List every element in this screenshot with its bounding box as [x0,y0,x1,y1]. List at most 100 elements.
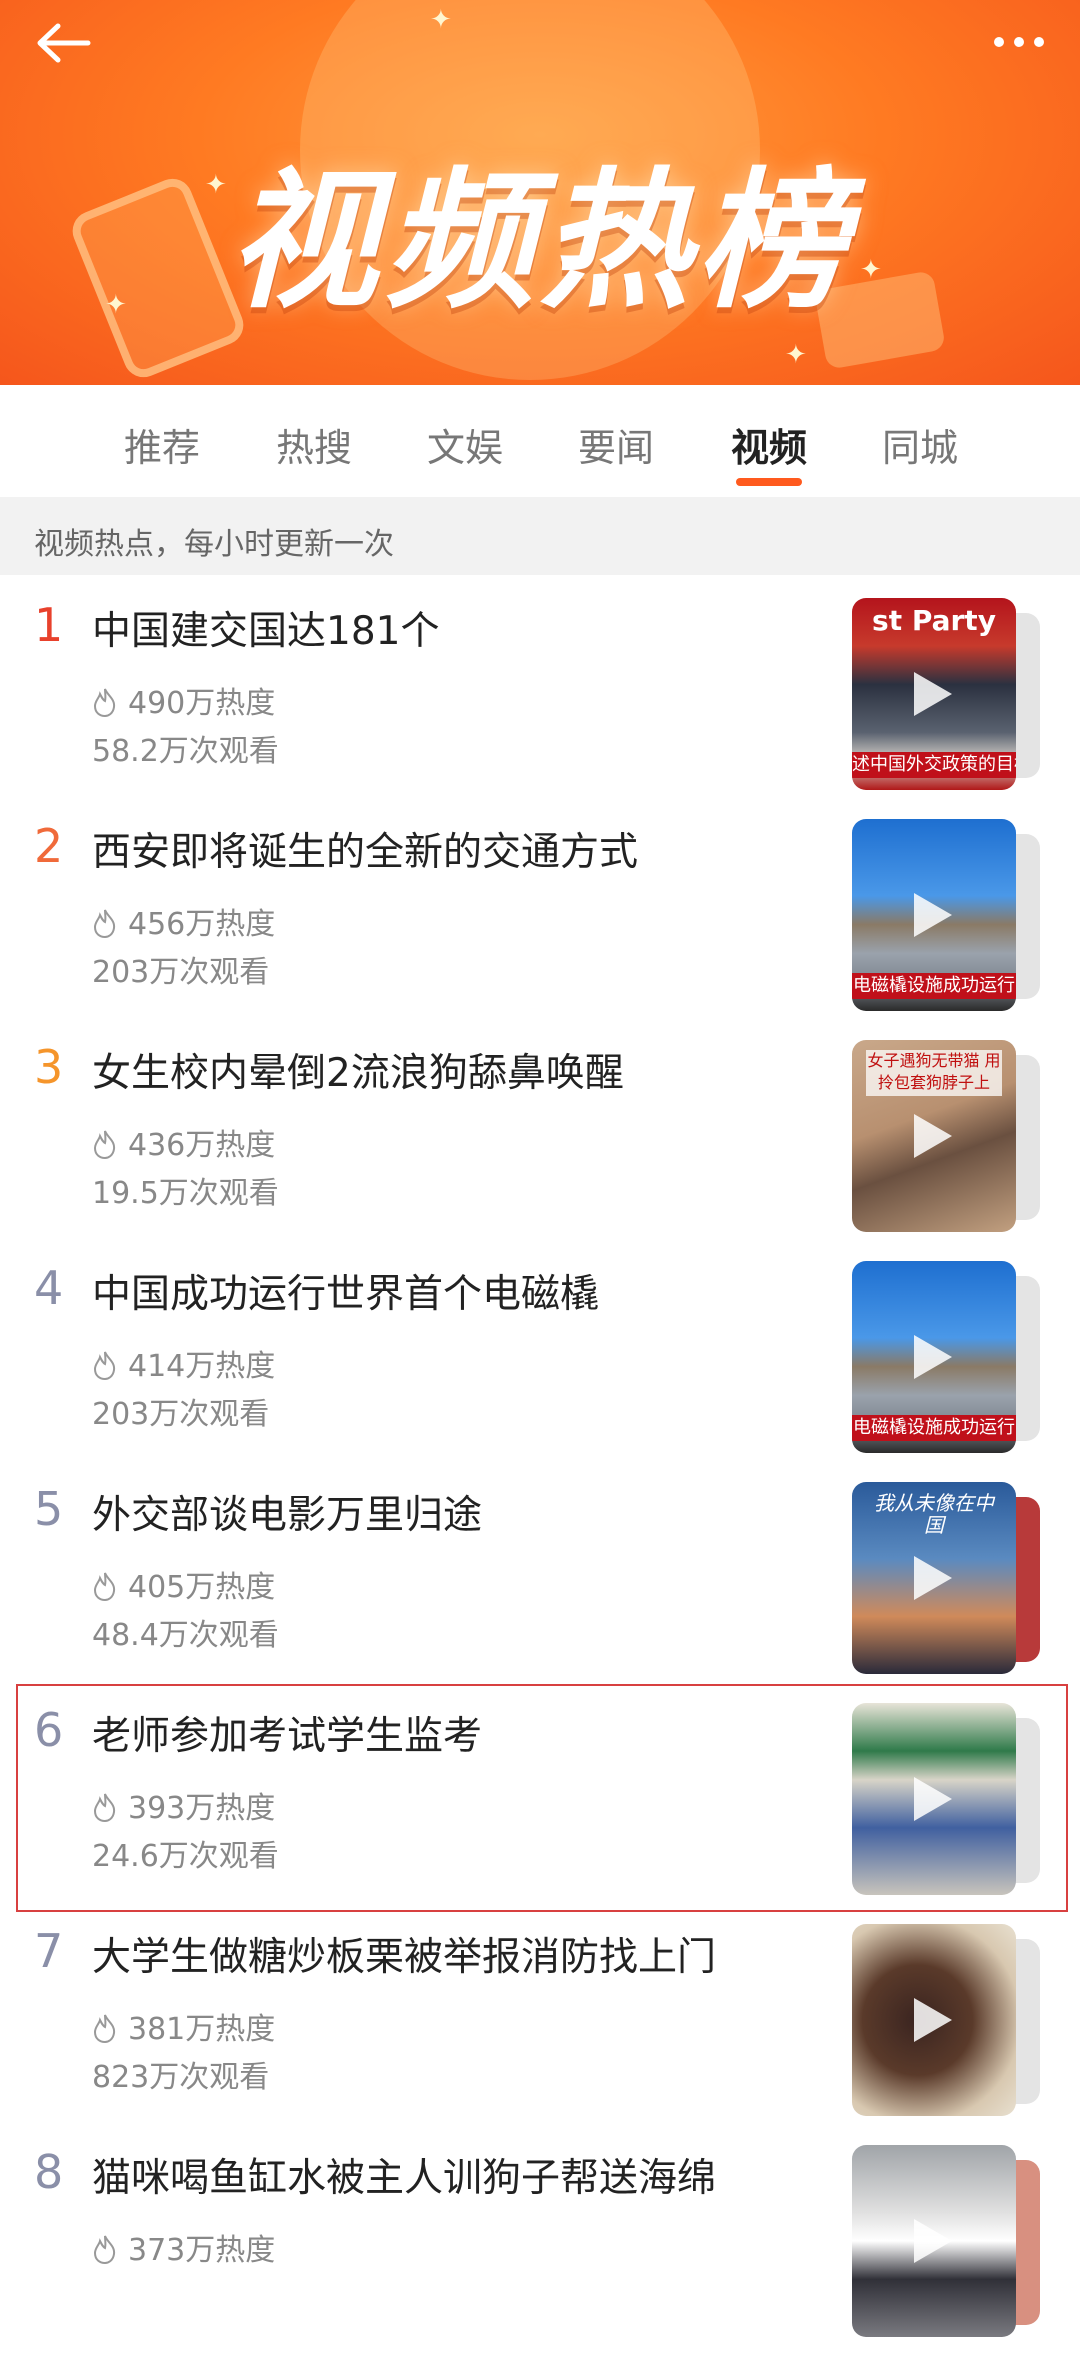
item-title: 中国建交国达181个 [92,609,440,654]
heat-text: 456万热度 [128,907,276,942]
list-item-highlighted[interactable]: 6 老师参加考试学生监考 393万热度 24.6万次观看 [0,1684,1080,1912]
item-title: 外交部谈电影万里归途 [92,1493,483,1538]
video-thumbnail[interactable]: 电磁橇设施成功运行 [852,819,1042,1011]
list-item[interactable]: 5 外交部谈电影万里归途 405万热度 48.4万次观看 我从未像在中国 [0,1470,1080,1691]
rank-number: 1 [34,598,64,652]
item-title: 老师参加考试学生监考 [92,1714,483,1759]
tab-recommend[interactable]: 推荐 [102,417,222,472]
view-count: 19.5万次观看 [92,1176,279,1211]
video-thumbnail[interactable]: st Party 述中国外交政策的目标和方 [852,598,1042,790]
item-title: 中国成功运行世界首个电磁橇 [92,1272,600,1317]
heat-text: 381万热度 [128,2012,276,2047]
active-tab-indicator [736,478,802,486]
heat-value: 373万热度 [92,2225,275,2269]
item-title: 猫咪喝鱼缸水被主人训狗子帮送海绵 [92,2156,717,2201]
video-thumbnail[interactable]: 电磁橇设施成功运行 [852,1261,1042,1453]
thumbnail-image [852,1703,1016,1895]
view-count: 203万次观看 [92,955,270,990]
play-icon [914,1777,952,1821]
heat-text: 414万热度 [128,1349,276,1384]
video-thumbnail[interactable]: 我从未像在中国 [852,1482,1042,1674]
heat-value: 393万热度 [92,1783,275,1827]
more-dots-icon [994,37,1044,47]
play-icon [914,2219,952,2263]
view-count: 203万次观看 [92,1397,270,1432]
list-item[interactable]: 7 大学生做糖炒板栗被举报消防找上门 381万热度 823万次观看 [0,1912,1080,2133]
item-title: 西安即将诞生的全新的交通方式 [92,830,639,875]
video-thumbnail[interactable] [852,2145,1042,2337]
tab-hot-search[interactable]: 热搜 [254,417,374,472]
heat-text: 405万热度 [128,1570,276,1605]
play-icon [914,1114,952,1158]
list-item[interactable]: 2 西安即将诞生的全新的交通方式 456万热度 203万次观看 电磁橇设施成功运… [0,807,1080,1028]
video-thumbnail[interactable] [852,1924,1042,2116]
arrow-left-icon [37,23,91,63]
list-item[interactable]: 1 中国建交国达181个 490万热度 58.2万次观看 st Party 述中… [0,586,1080,807]
flame-icon [93,688,116,717]
tab-news[interactable]: 要闻 [556,417,676,472]
play-icon [914,893,952,937]
view-count: 48.4万次观看 [92,1618,279,1653]
list-subheader: 视频热点，每小时更新一次 [0,497,1080,575]
heat-value: 405万热度 [92,1562,275,1606]
tab-local[interactable]: 同城 [860,417,980,472]
hero-banner: ✦ ✦ ✦ ✦ ✦ 视频热榜 [0,0,1080,385]
heat-value: 414万热度 [92,1341,275,1385]
page-title: 视频热榜 [227,155,852,329]
tab-entertainment[interactable]: 文娱 [405,417,525,472]
thumbnail-overlay-text: 女子遇狗无带猫 用拎包套狗脖子上 [866,1050,1002,1096]
list-item[interactable]: 4 中国成功运行世界首个电磁橇 414万热度 203万次观看 电磁橇设施成功运行 [0,1249,1080,1470]
rank-number: 2 [34,819,64,873]
list-item[interactable]: 3 女生校内晕倒2流浪狗舔鼻唤醒 436万热度 19.5万次观看 女子遇狗无带猫… [0,1028,1080,1249]
play-icon [914,1335,952,1379]
flame-icon [93,1793,116,1822]
video-thumbnail[interactable] [852,1703,1042,1895]
view-count: 823万次观看 [92,2060,270,2095]
heat-text: 393万热度 [128,1791,276,1826]
heat-text: 490万热度 [128,686,276,721]
rank-number: 5 [34,1482,64,1536]
heat-value: 490万热度 [92,678,275,722]
thumbnail-image [852,1924,1016,2116]
category-tabs: 推荐 热搜 文娱 要闻 视频 同城 [0,385,1080,495]
rank-number: 4 [34,1261,64,1315]
thumbnail-overlay-text: 我从未像在中国 [874,1491,994,1537]
tab-video[interactable]: 视频 [709,417,829,472]
item-title: 大学生做糖炒板栗被举报消防找上门 [92,1935,717,1980]
item-title: 女生校内晕倒2流浪狗舔鼻唤醒 [92,1051,624,1096]
play-icon [914,672,952,716]
flame-icon [93,2014,116,2043]
heat-value: 381万热度 [92,2004,275,2048]
play-icon [914,1556,952,1600]
flame-icon [93,1351,116,1380]
thumbnail-overlay-text: st Party [872,604,996,637]
flame-icon [93,909,116,938]
more-options-button[interactable] [990,22,1050,62]
flame-icon [93,2235,116,2264]
heat-value: 436万热度 [92,1120,275,1164]
heat-value: 456万热度 [92,899,275,943]
video-thumbnail[interactable]: 女子遇狗无带猫 用拎包套狗脖子上 [852,1040,1042,1232]
thumbnail-image: 电磁橇设施成功运行 [852,819,1016,1011]
view-count: 24.6万次观看 [92,1839,279,1874]
flame-icon [93,1130,116,1159]
thumbnail-caption: 述中国外交政策的目标和方 [852,752,1016,778]
thumbnail-image: st Party 述中国外交政策的目标和方 [852,598,1016,790]
thumbnail-image [852,2145,1016,2337]
heat-text: 373万热度 [128,2233,276,2268]
sparkle-icon: ✦ [430,5,452,35]
rank-number: 6 [34,1703,64,1757]
thumbnail-image: 电磁橇设施成功运行 [852,1261,1016,1453]
sparkle-icon: ✦ [785,340,807,370]
thumbnail-image: 女子遇狗无带猫 用拎包套狗脖子上 [852,1040,1016,1232]
thumbnail-caption: 电磁橇设施成功运行 [852,1415,1016,1441]
update-notice: 视频热点，每小时更新一次 [34,527,394,562]
thumbnail-caption: 电磁橇设施成功运行 [852,973,1016,999]
thumbnail-image: 我从未像在中国 [852,1482,1016,1674]
rank-number: 3 [34,1040,64,1094]
flame-icon [93,1572,116,1601]
back-button[interactable] [34,18,94,68]
rank-number: 8 [34,2145,64,2199]
list-item[interactable]: 8 猫咪喝鱼缸水被主人训狗子帮送海绵 373万热度 [0,2133,1080,2354]
view-count: 58.2万次观看 [92,734,279,769]
